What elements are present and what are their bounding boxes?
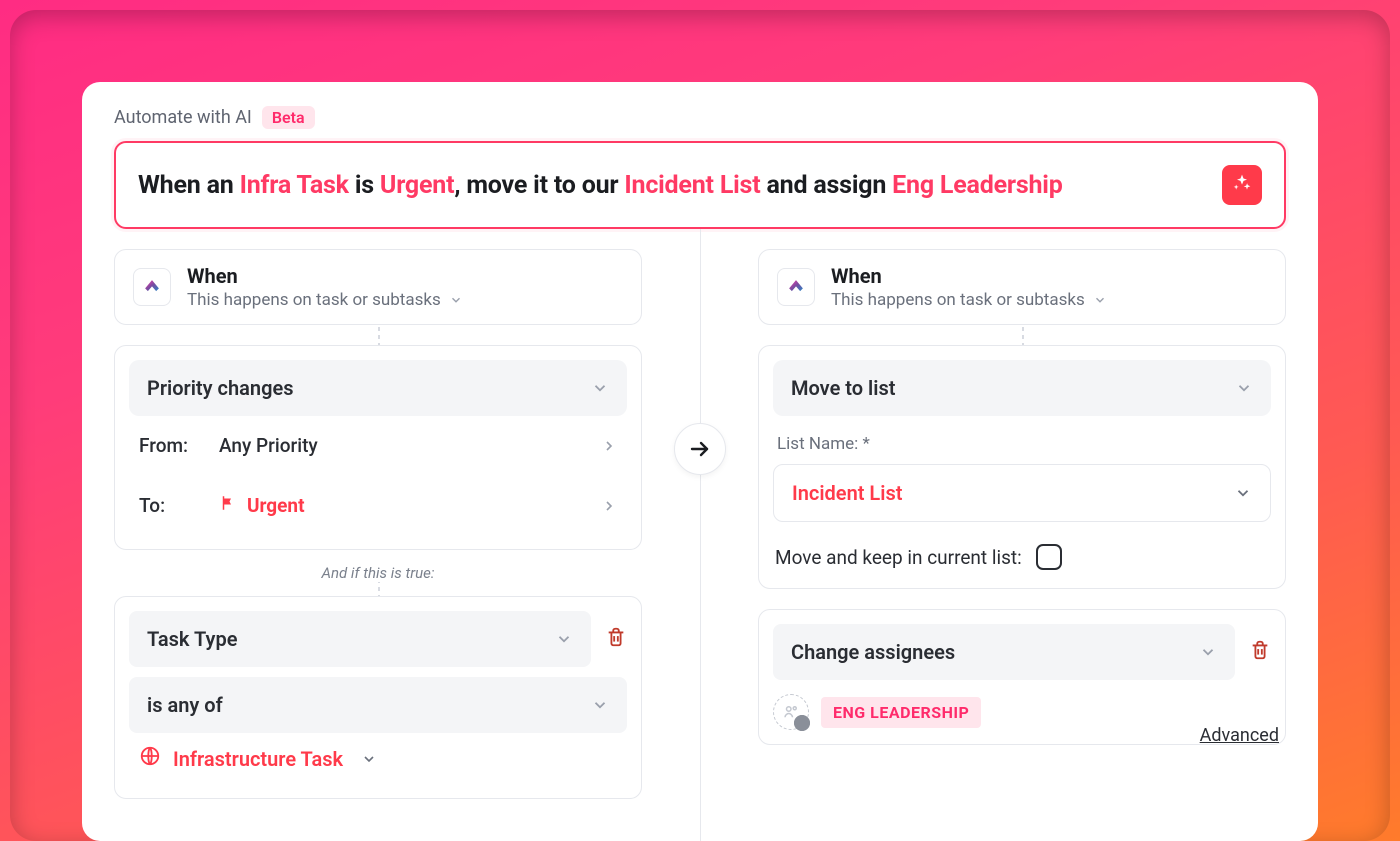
when-subtitle[interactable]: This happens on task or subtasks xyxy=(831,290,1107,310)
beta-badge: Beta xyxy=(262,106,315,129)
when-title: When xyxy=(831,264,1107,288)
condition-field-select[interactable]: Task Type xyxy=(129,611,591,667)
chevron-down-icon xyxy=(449,293,463,307)
app-logo-icon xyxy=(777,268,815,306)
chevron-right-icon xyxy=(601,438,617,454)
trigger-from-row[interactable]: From: Any Priority xyxy=(129,416,627,475)
condition-operator-select[interactable]: is any of xyxy=(129,677,627,733)
chevron-down-icon xyxy=(1093,293,1107,307)
assignee-chip[interactable]: ENG LEADERSHIP xyxy=(821,697,981,728)
flow-arrow-icon xyxy=(674,423,726,475)
trigger-select[interactable]: Priority changes xyxy=(129,360,627,416)
chevron-down-icon xyxy=(361,751,377,767)
keep-in-list-row: Move and keep in current list: xyxy=(773,522,1271,574)
chevron-down-icon xyxy=(1234,484,1252,502)
header-title: Automate with AI xyxy=(114,107,252,128)
keep-in-list-checkbox[interactable] xyxy=(1036,544,1062,570)
add-assignee-button[interactable] xyxy=(773,694,809,730)
condition-value-chip[interactable]: Infrastructure Task xyxy=(129,733,627,784)
to-value: Urgent xyxy=(247,494,305,517)
assignees-select[interactable]: Change assignees xyxy=(773,624,1235,680)
action-select[interactable]: Move to list xyxy=(773,360,1271,416)
chevron-down-icon xyxy=(1199,643,1217,661)
sparkle-icon xyxy=(1232,173,1252,197)
delete-action-button[interactable] xyxy=(1249,639,1271,665)
chevron-right-icon xyxy=(601,498,617,514)
list-name-label: List Name: * xyxy=(773,430,1271,464)
assignees-action-card: Change assignees xyxy=(758,609,1286,745)
chevron-down-icon xyxy=(1235,379,1253,397)
and-if-label: And if this is true: xyxy=(114,564,642,582)
chevron-down-icon xyxy=(591,379,609,397)
list-name-select[interactable]: Incident List xyxy=(773,464,1271,522)
trigger-to-row[interactable]: To: Urgent xyxy=(129,475,627,535)
advanced-link[interactable]: Advanced xyxy=(1200,725,1279,746)
column-divider xyxy=(700,229,701,841)
when-title: When xyxy=(187,264,463,288)
ai-generate-button[interactable] xyxy=(1222,165,1262,205)
flag-icon xyxy=(219,494,237,517)
to-label: To: xyxy=(139,494,219,517)
when-card-left[interactable]: When This happens on task or subtasks xyxy=(114,249,642,325)
trigger-column: When This happens on task or subtasks xyxy=(114,249,642,840)
chevron-down-icon xyxy=(555,630,573,648)
when-subtitle[interactable]: This happens on task or subtasks xyxy=(187,290,463,310)
from-label: From: xyxy=(139,434,219,457)
globe-icon xyxy=(139,745,161,772)
panel-header: Automate with AI Beta xyxy=(82,98,1318,141)
app-logo-icon xyxy=(133,268,171,306)
condition-card: Task Type is any of xyxy=(114,596,642,799)
delete-condition-button[interactable] xyxy=(605,626,627,652)
when-card-right[interactable]: When This happens on task or subtasks xyxy=(758,249,1286,325)
keep-in-list-label: Move and keep in current list: xyxy=(775,546,1022,569)
action-column: When This happens on task or subtasks xyxy=(758,249,1286,840)
chevron-down-icon xyxy=(591,696,609,714)
move-action-card: Move to list List Name: * Incident List xyxy=(758,345,1286,589)
ai-prompt-text: When an Infra Task is Urgent, move it to… xyxy=(138,171,1063,200)
from-value: Any Priority xyxy=(219,434,601,457)
ai-prompt-input[interactable]: When an Infra Task is Urgent, move it to… xyxy=(114,141,1286,229)
trigger-card: Priority changes From: Any Priority xyxy=(114,345,642,550)
